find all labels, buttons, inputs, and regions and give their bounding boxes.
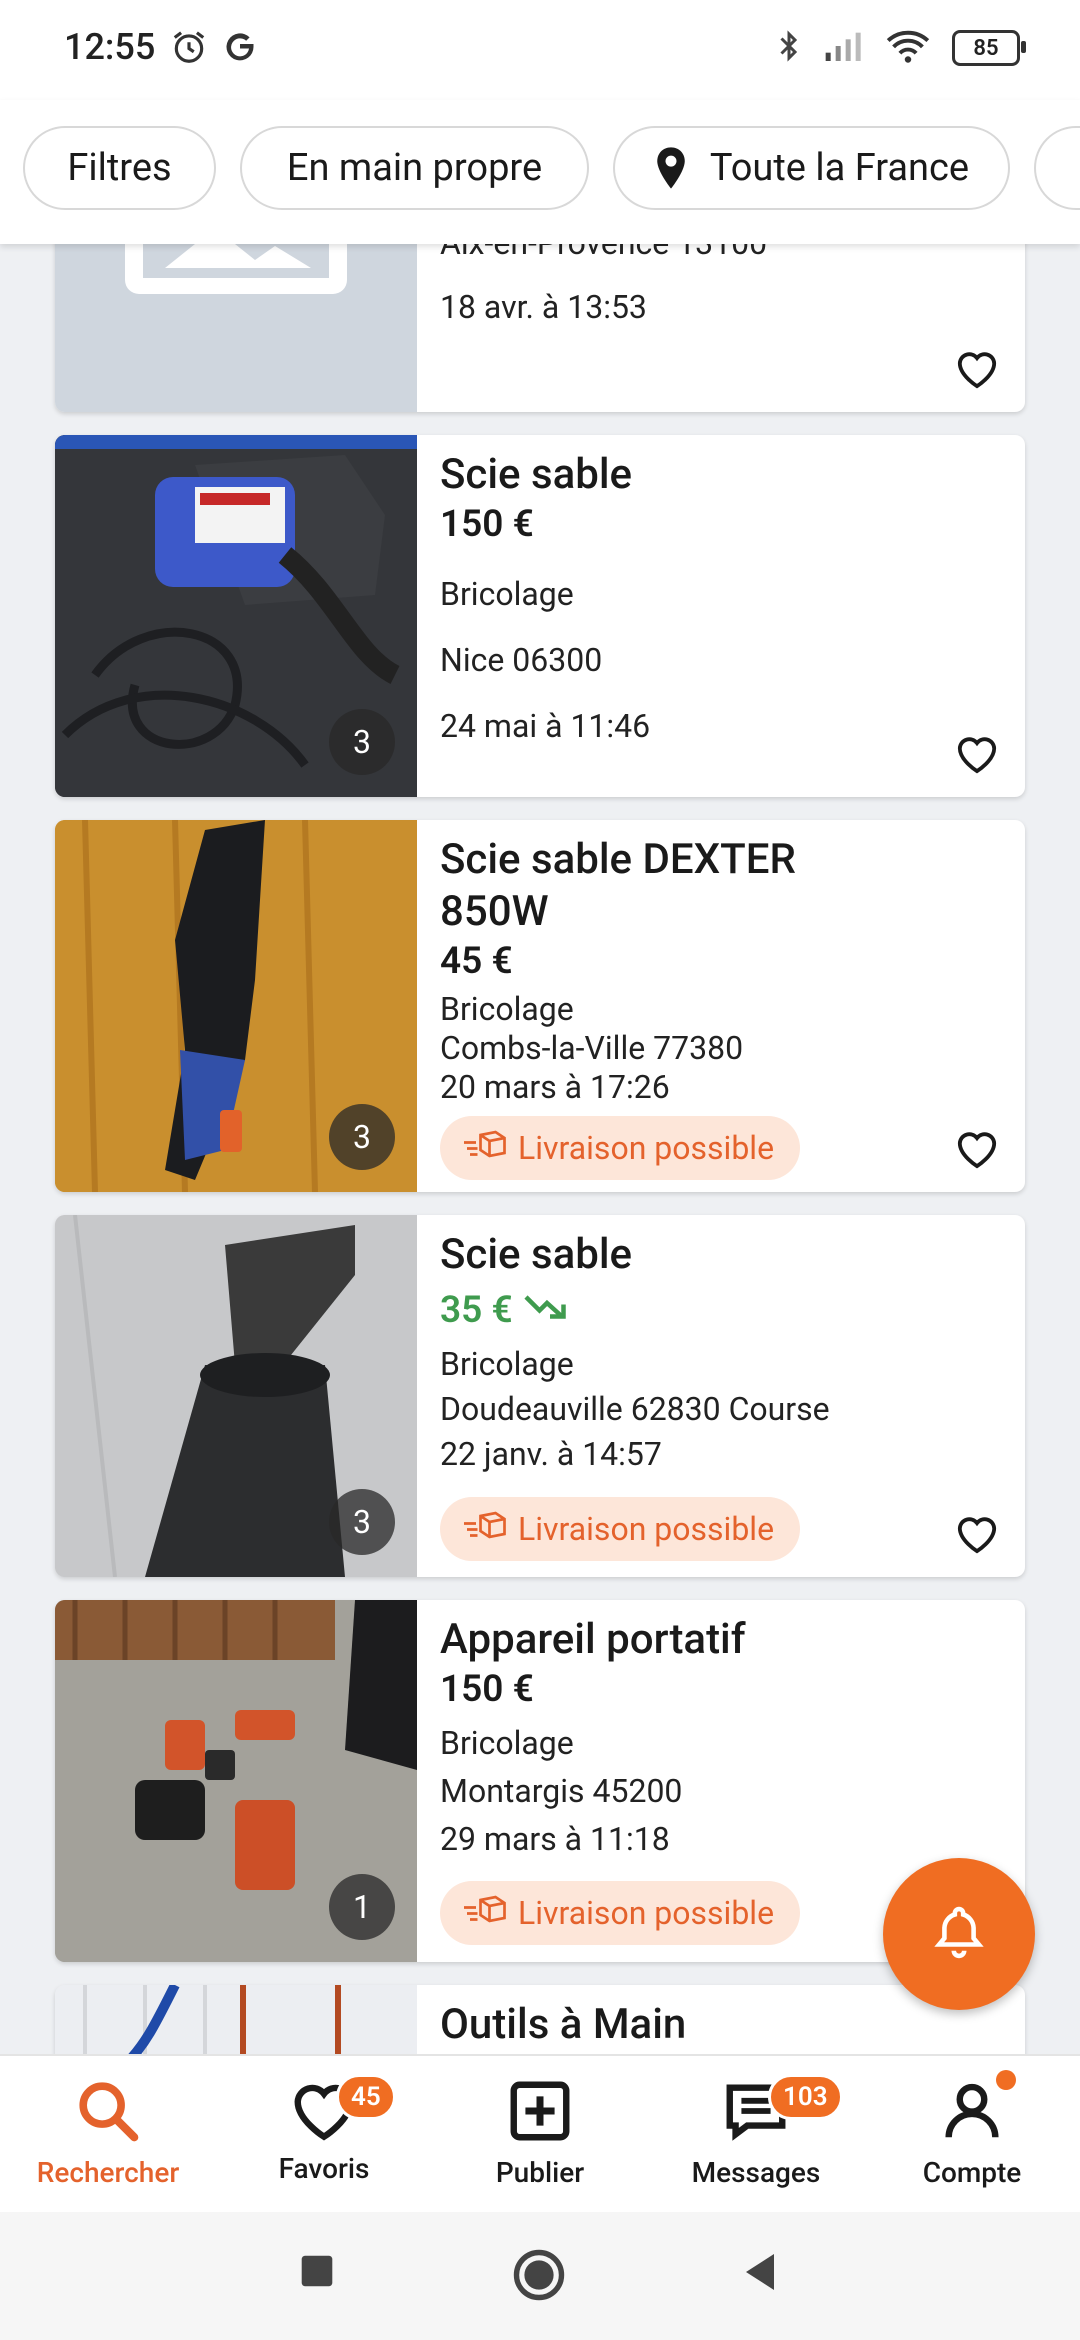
listing-title: Scie sable <box>440 1230 633 1279</box>
listing-title: Appareil portatif <box>440 1615 746 1664</box>
listing-date: 18 avr. à 13:53 <box>440 288 647 326</box>
chip-handover-label: En main propre <box>286 146 543 190</box>
favorite-heart-icon[interactable] <box>949 340 1005 396</box>
listing-date: 24 mai à 11:46 <box>440 707 651 745</box>
account-icon <box>937 2076 1007 2150</box>
delivery-box-icon <box>462 1129 518 1167</box>
listing-title: Outils à Main <box>440 2000 687 2049</box>
nav-account-label: Compte <box>922 2156 1022 2189</box>
listing-location: Combs-la-Ville 77380 <box>440 1029 744 1067</box>
listing-category: Bricolage <box>440 575 574 613</box>
listing-title: Scie sable <box>440 450 633 499</box>
save-search-alert-button[interactable] <box>883 1858 1035 2010</box>
favorite-heart-icon[interactable] <box>949 1505 1005 1561</box>
favorites-count-badge: 45 <box>336 2074 396 2120</box>
delivery-label: Livraison possible <box>518 1894 775 1932</box>
chip-filters-label: Filtres <box>67 146 172 190</box>
delivery-badge: Livraison possible <box>440 1881 801 1945</box>
photo-count-badge: 1 <box>329 1874 395 1940</box>
listing-location: Montargis 45200 <box>440 1772 683 1810</box>
listing-card[interactable]: 3 Scie sable DEXTER 850W 45 € Bricolage … <box>55 820 1025 1192</box>
nav-messages[interactable]: Messages 103 <box>648 2056 864 2212</box>
listing-date: 22 janv. à 14:57 <box>440 1435 662 1473</box>
listing-photo: 1 <box>55 1600 417 1962</box>
delivery-badge: Livraison possible <box>440 1116 801 1180</box>
listing-placeholder-image <box>55 244 417 412</box>
listing-date: 29 mars à 11:18 <box>440 1820 670 1858</box>
wifi-icon <box>886 28 930 68</box>
battery-icon: 85 <box>952 30 1026 66</box>
listing-card[interactable]: 1 Appareil portatif 150 € Bricolage Mont… <box>55 1600 1025 1962</box>
favorite-heart-icon[interactable] <box>949 1120 1005 1176</box>
google-icon <box>222 29 258 69</box>
bell-icon <box>934 1904 984 1964</box>
nav-search-label: Rechercher <box>36 2156 180 2189</box>
chip-more[interactable] <box>1034 126 1080 210</box>
photo-count-badge: 3 <box>329 1489 395 1555</box>
status-time: 12:55 <box>64 26 156 68</box>
listing-price: 150 € <box>440 503 534 546</box>
nav-favorites[interactable]: Favoris 45 <box>216 2056 432 2212</box>
listing-photo: 3 <box>55 435 417 797</box>
bottom-navigation: Rechercher Favoris 45 Publier Messages 1… <box>0 2054 1080 2212</box>
nav-publish-label: Publier <box>495 2156 585 2189</box>
listing-location: Aix-en-Provence 13100 <box>440 244 767 262</box>
home-icon[interactable] <box>512 2248 566 2306</box>
listing-photo: 3 <box>55 820 417 1192</box>
listing-price: 35 € <box>440 1289 571 1332</box>
listing-price-value: 35 € <box>440 1289 513 1332</box>
messages-count-badge: 103 <box>768 2074 843 2120</box>
delivery-box-icon <box>462 1510 518 1548</box>
listing-card[interactable]: 3 Scie sable 150 € Bricolage Nice 06300 … <box>55 435 1025 797</box>
delivery-box-icon <box>462 1894 518 1932</box>
listing-photo <box>55 1985 417 2054</box>
alarm-icon <box>170 28 208 70</box>
back-icon[interactable] <box>740 2252 780 2296</box>
listing-price: 45 € <box>440 940 513 983</box>
status-bar: 12:55 85 <box>0 0 1080 100</box>
signal-icon <box>824 29 864 67</box>
bluetooth-icon <box>776 28 802 68</box>
nav-messages-label: Messages <box>691 2156 821 2189</box>
listing-date: 20 mars à 17:26 <box>440 1068 670 1106</box>
price-drop-icon <box>523 1289 571 1332</box>
nav-publish[interactable]: Publier <box>432 2056 648 2212</box>
listing-location: Nice 06300 <box>440 641 603 679</box>
search-icon <box>73 2076 143 2150</box>
chip-location[interactable]: Toute la France <box>613 126 1010 210</box>
location-pin-icon <box>654 146 688 190</box>
account-notification-dot <box>996 2070 1016 2090</box>
filter-bar: Filtres En main propre Toute la France <box>0 100 1080 244</box>
plus-square-icon <box>505 2076 575 2150</box>
recents-icon[interactable] <box>300 2254 334 2292</box>
listing-card[interactable]: 3 Scie sable 35 € Bricolage Doudeauville… <box>55 1215 1025 1577</box>
nav-search[interactable]: Rechercher <box>0 2056 216 2212</box>
listing-list[interactable]: Aix-en-Provence 13100 18 avr. à 13:53 3 <box>0 244 1080 2054</box>
listing-location: Doudeauville 62830 Course <box>440 1390 830 1428</box>
listing-category: Bricolage <box>440 990 574 1028</box>
photo-count-badge: 3 <box>329 709 395 775</box>
listing-price: 150 € <box>440 1668 534 1711</box>
status-icons-right: 85 <box>776 28 1026 68</box>
delivery-badge: Livraison possible <box>440 1497 801 1561</box>
listing-category: Bricolage <box>440 1724 574 1762</box>
nav-account[interactable]: Compte <box>864 2056 1080 2212</box>
delivery-label: Livraison possible <box>518 1129 775 1167</box>
listing-card[interactable]: Aix-en-Provence 13100 18 avr. à 13:53 <box>55 244 1025 412</box>
listing-card[interactable]: Outils à Main <box>55 1985 1025 2054</box>
delivery-label: Livraison possible <box>518 1510 775 1548</box>
chip-handover[interactable]: En main propre <box>240 126 589 210</box>
nav-favorites-label: Favoris <box>278 2152 370 2185</box>
status-icons-left <box>170 28 258 70</box>
favorite-heart-icon[interactable] <box>949 725 1005 781</box>
listing-category: Bricolage <box>440 1345 574 1383</box>
listing-title: Scie sable DEXTER 850W <box>440 835 796 936</box>
chip-location-label: Toute la France <box>709 146 970 190</box>
listing-photo: 3 <box>55 1215 417 1577</box>
system-navigation-bar <box>0 2210 1080 2340</box>
chip-filters[interactable]: Filtres <box>23 126 216 210</box>
photo-count-badge: 3 <box>329 1104 395 1170</box>
